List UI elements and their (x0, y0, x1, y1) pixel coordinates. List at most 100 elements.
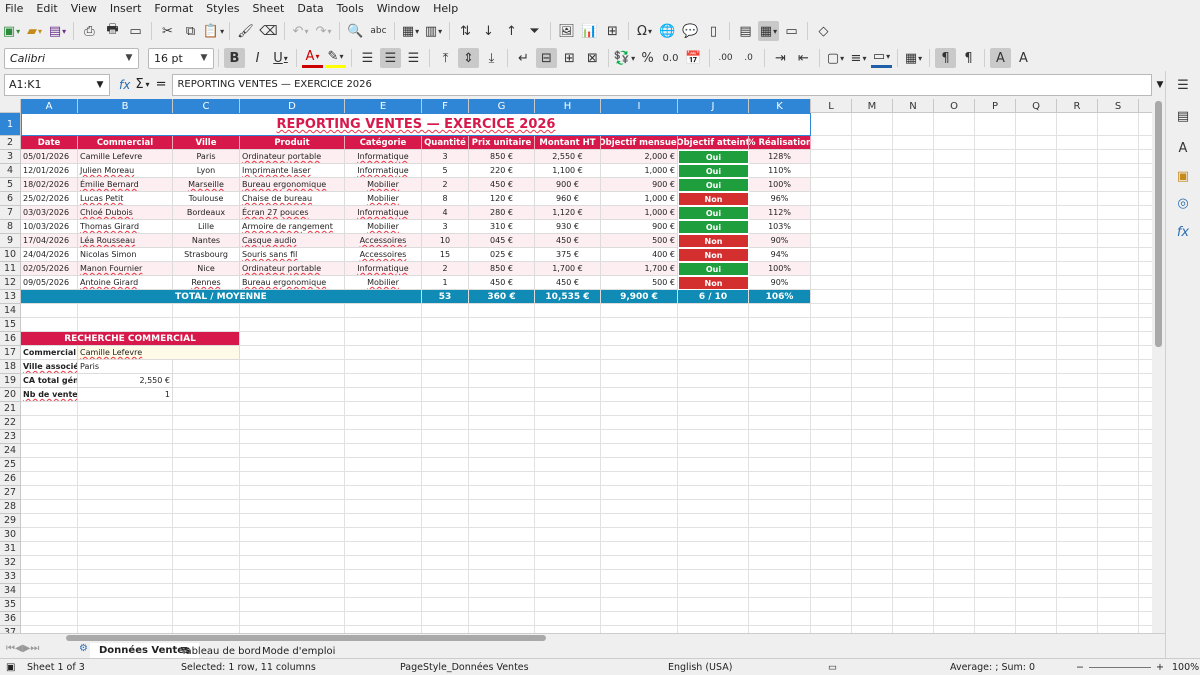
styles-icon[interactable]: A (1174, 139, 1192, 157)
align-top-icon[interactable]: ⤒ (435, 48, 456, 68)
table-cell[interactable]: Toulouse (173, 192, 240, 206)
table-cell[interactable]: Mobilier (345, 178, 422, 192)
table-cell[interactable]: 450 € (469, 178, 535, 192)
table-cell[interactable]: 24/04/2026 (21, 248, 78, 262)
navigator-icon[interactable]: ◎ (1174, 194, 1192, 212)
border-style-icon[interactable]: ≡ (848, 48, 869, 68)
search-value[interactable]: 2,550 € (78, 374, 173, 388)
row-header-3[interactable]: 3 (0, 150, 21, 164)
menu-item-window[interactable]: Window (377, 2, 420, 15)
table-cell[interactable]: 90% (749, 276, 811, 290)
table-cell[interactable]: 1,700 € (535, 262, 601, 276)
table-cell[interactable]: Informatique (345, 206, 422, 220)
row-header-16[interactable]: 16 (0, 332, 21, 346)
search-title[interactable]: RECHERCHE COMMERCIAL (21, 332, 240, 346)
table-cell[interactable]: 103% (749, 220, 811, 234)
table-cell[interactable]: 03/03/2026 (21, 206, 78, 220)
column-header-s[interactable]: S (1098, 99, 1139, 113)
align-right-icon[interactable]: ☰ (403, 48, 424, 68)
wrap-text-icon[interactable]: ↵ (513, 48, 534, 68)
menu-item-tools[interactable]: Tools (337, 2, 364, 15)
table-cell[interactable]: Oui (678, 220, 749, 234)
comment-icon[interactable]: 💬 (680, 21, 701, 41)
table-cell[interactable]: Chloé Dubois (78, 206, 173, 220)
freeze-rows-columns-icon[interactable]: ▦ (758, 21, 779, 41)
align-center-icon[interactable]: ☰ (380, 48, 401, 68)
table-cell[interactable]: Informatique (345, 164, 422, 178)
table-cell[interactable]: 3 (422, 150, 469, 164)
function-wizard-icon[interactable]: fx (119, 78, 130, 92)
menu-item-file[interactable]: File (5, 2, 23, 15)
table-cell[interactable]: Non (678, 248, 749, 262)
row-header-26[interactable]: 26 (0, 472, 21, 486)
table-cell[interactable]: 128% (749, 150, 811, 164)
zoom-slider[interactable] (1089, 667, 1151, 668)
column-heading[interactable]: Catégorie (345, 136, 422, 150)
table-cell[interactable]: Émilie Bernard (78, 178, 173, 192)
table-cell[interactable]: Non (678, 276, 749, 290)
delete-decimal-icon[interactable]: .0 (738, 48, 759, 68)
column-heading[interactable]: Commercial (78, 136, 173, 150)
vertical-scrollbar[interactable] (1152, 99, 1165, 633)
column-header-g[interactable]: G (469, 99, 535, 113)
table-cell[interactable]: Mobilier (345, 276, 422, 290)
name-box[interactable]: A1:K1 ▼ (4, 73, 110, 96)
insert-chart-icon[interactable]: 📊 (579, 21, 600, 41)
table-cell[interactable]: Ordinateur portable (240, 150, 345, 164)
column-header-i[interactable]: I (601, 99, 678, 113)
table-cell[interactable]: Oui (678, 150, 749, 164)
table-cell[interactable]: 930 € (535, 220, 601, 234)
table-cell[interactable]: Informatique (345, 262, 422, 276)
align-bottom-icon[interactable]: ⤓ (481, 48, 502, 68)
table-cell[interactable]: 220 € (469, 164, 535, 178)
table-cell[interactable]: 900 € (601, 220, 678, 234)
add-sheet-icon[interactable]: ⚙ (79, 643, 88, 654)
table-cell[interactable]: Chaise de bureau (240, 192, 345, 206)
row-header-9[interactable]: 9 (0, 234, 21, 248)
define-print-area-icon[interactable]: ▤ (735, 21, 756, 41)
table-cell[interactable]: 1,700 € (601, 262, 678, 276)
font-name-box[interactable]: Calibri ▼ (4, 47, 139, 69)
column-heading[interactable]: Montant HT (535, 136, 601, 150)
hyperlink-icon[interactable]: 🌐 (657, 21, 678, 41)
currency-format-icon[interactable]: 💱 (614, 48, 635, 68)
functions-icon[interactable]: fx (1174, 223, 1192, 241)
table-cell[interactable]: 10 (422, 234, 469, 248)
table-cell[interactable]: Non (678, 234, 749, 248)
row-header-33[interactable]: 33 (0, 570, 21, 584)
menu-item-data[interactable]: Data (297, 2, 323, 15)
table-cell[interactable]: 112% (749, 206, 811, 220)
underline-button[interactable]: U (270, 48, 291, 68)
table-cell[interactable]: Strasbourg (173, 248, 240, 262)
row-header-23[interactable]: 23 (0, 430, 21, 444)
column-heading[interactable]: Objectif atteint (678, 136, 749, 150)
table-cell[interactable]: Thomas Girard (78, 220, 173, 234)
table-cell[interactable]: 05/01/2026 (21, 150, 78, 164)
table-cell[interactable]: Bureau ergonomique (240, 276, 345, 290)
table-cell[interactable]: Oui (678, 164, 749, 178)
clone-formatting-icon[interactable]: 🖌 (235, 21, 256, 41)
table-cell[interactable]: 02/05/2026 (21, 262, 78, 276)
sort-ascending-icon[interactable]: ↓ (478, 21, 499, 41)
formula-icon[interactable]: = (156, 77, 167, 92)
row-header-29[interactable]: 29 (0, 514, 21, 528)
document-modified-icon[interactable]: ▣ (6, 662, 15, 673)
row-header-17[interactable]: 17 (0, 346, 21, 360)
font-size-box[interactable]: 16 pt ▼ (148, 47, 214, 69)
table-cell[interactable]: Oui (678, 206, 749, 220)
search-label[interactable]: Nb de ventes : (21, 388, 78, 402)
chevron-down-icon[interactable]: ▼ (91, 75, 109, 95)
table-cell[interactable]: Julien Moreau (78, 164, 173, 178)
row-icon[interactable]: ▦ (400, 21, 421, 41)
table-cell[interactable]: Mobilier (345, 220, 422, 234)
row-header-21[interactable]: 21 (0, 402, 21, 416)
table-cell[interactable]: Mobilier (345, 192, 422, 206)
table-cell[interactable]: 960 € (535, 192, 601, 206)
column-header-e[interactable]: E (345, 99, 422, 113)
spelling-icon[interactable]: abc (368, 21, 389, 41)
decrease-indent-icon[interactable]: ⇤ (793, 48, 814, 68)
column-header-r[interactable]: R (1057, 99, 1098, 113)
table-cell[interactable]: 94% (749, 248, 811, 262)
column-header-p[interactable]: P (975, 99, 1016, 113)
row-header-22[interactable]: 22 (0, 416, 21, 430)
